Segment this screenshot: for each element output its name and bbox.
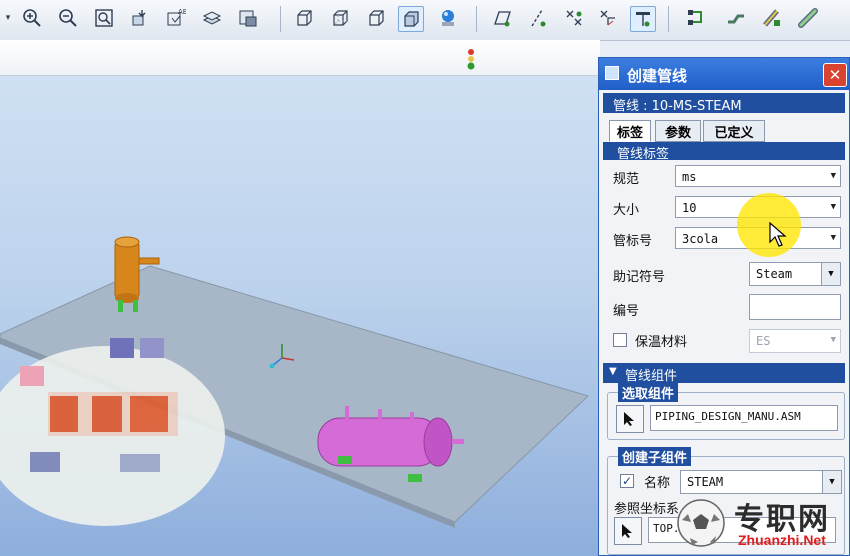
mnemonic-value: Steam	[756, 267, 793, 281]
cursor-arrow-icon	[624, 412, 634, 426]
chevron-down-icon: ▼	[830, 202, 836, 212]
watermark-url: Zhuanzhi.Net	[738, 532, 826, 548]
select-component-title: 选取组件	[618, 383, 679, 402]
layers-icon[interactable]	[200, 6, 224, 30]
reference-csys-label: 参照坐标系	[614, 502, 680, 517]
number-label: 编号	[613, 304, 640, 319]
reference-pointer-button[interactable]	[614, 517, 642, 545]
insulation-label: 保温材料	[635, 335, 688, 350]
dropdown-arrow-icon[interactable]: ▾	[2, 6, 14, 30]
cursor-arrow-icon	[622, 524, 632, 538]
insulation-checkbox[interactable]	[613, 333, 627, 347]
pipe-network-icon[interactable]	[684, 6, 708, 30]
spec-dropdown[interactable]: ms ▼	[675, 165, 841, 187]
toolbar-separator	[280, 6, 281, 32]
tab-defined[interactable]: 已定义	[703, 120, 765, 142]
zoom-out-icon[interactable]	[56, 6, 80, 30]
datum-csys-icon[interactable]	[596, 6, 620, 30]
dialog-icon	[605, 66, 619, 80]
chevron-down-icon: ▼	[830, 233, 836, 243]
model-viewport[interactable]	[0, 76, 600, 556]
dialog-title: 创建管线	[627, 67, 688, 85]
secondary-toolbar	[0, 40, 600, 76]
insulation-dropdown: ES ▼	[749, 329, 841, 353]
size-label: 大小	[613, 203, 640, 218]
name-label: 名称	[644, 476, 671, 491]
spec-label: 规范	[613, 172, 640, 187]
zoom-in-icon[interactable]	[20, 6, 44, 30]
tag-label: 管标号	[613, 234, 653, 249]
pipe-extend-icon[interactable]	[796, 6, 820, 30]
display-no-hidden-icon[interactable]	[364, 6, 388, 30]
mouse-cursor-icon	[769, 222, 787, 247]
toolbar-separator	[668, 6, 669, 32]
select-pointer-button[interactable]	[616, 405, 644, 433]
display-shaded-icon[interactable]	[398, 6, 424, 32]
pipe-route-icon[interactable]	[630, 6, 656, 32]
size-value: 10	[682, 201, 697, 215]
mnemonic-dropdown[interactable]: Steam ▼	[749, 262, 841, 286]
chevron-down-icon[interactable]: ▼	[822, 471, 841, 493]
pipe-insulation-icon[interactable]	[760, 6, 784, 30]
pipeline-name-bar: 管线 : 10-MS-STEAM	[603, 93, 845, 114]
name-value: STEAM	[687, 475, 724, 489]
display-hidden-icon[interactable]	[328, 6, 352, 30]
datum-axis-icon[interactable]	[526, 6, 550, 30]
chevron-down-icon: ▼	[830, 171, 836, 181]
select-component-group: 选取组件 PIPING_DESIGN_MANU.ASM	[607, 383, 845, 440]
pipe-fitting-icon[interactable]	[724, 6, 748, 30]
orient-icon[interactable]	[128, 6, 152, 30]
toolbar-separator	[476, 6, 477, 32]
label-section-title: 管线标签	[617, 147, 670, 162]
render-icon[interactable]	[236, 6, 260, 30]
spec-value: ms	[682, 170, 697, 184]
zoom-fit-icon[interactable]	[92, 6, 116, 30]
number-input[interactable]	[749, 294, 841, 320]
chevron-down-icon[interactable]: ▼	[821, 263, 840, 285]
soccer-ball-icon	[677, 499, 725, 547]
label-section-header[interactable]: 管线标签	[603, 142, 845, 162]
collapse-triangle-icon: ▼	[609, 366, 617, 377]
svg-text:AB: AB	[178, 8, 186, 16]
assembly-section-header[interactable]: ▼ 管线组件	[603, 363, 845, 384]
chevron-down-icon: ▼	[830, 335, 836, 345]
create-pipeline-dialog: 创建管线 ✕ 管线 : 10-MS-STEAM 标签 参数 已定义 管线标签 规…	[598, 57, 850, 556]
create-subcomponent-title: 创建子组件	[618, 447, 692, 466]
close-button[interactable]: ✕	[823, 63, 847, 87]
tag-value: 3cola	[682, 232, 719, 246]
name-dropdown[interactable]: STEAM ▼	[680, 470, 842, 494]
name-checkbox[interactable]: ✓	[620, 474, 634, 488]
main-toolbar: ▾ AB	[0, 0, 850, 41]
datum-point-icon[interactable]	[562, 6, 586, 30]
traffic-light-icon	[467, 49, 475, 70]
dialog-title-bar[interactable]: 创建管线 ✕	[599, 58, 849, 90]
assembly-section-title: 管线组件	[625, 369, 678, 384]
tab-parameters[interactable]: 参数	[655, 120, 701, 142]
tab-label[interactable]: 标签	[609, 120, 651, 142]
selected-component-field[interactable]: PIPING_DESIGN_MANU.ASM	[650, 405, 838, 431]
datum-plane-icon[interactable]	[490, 6, 514, 30]
insulation-value: ES	[756, 334, 771, 348]
pipeline-name: 管线 : 10-MS-STEAM	[613, 99, 742, 114]
mnemonic-label: 助记符号	[613, 270, 666, 285]
saved-views-icon[interactable]: AB	[164, 6, 188, 30]
display-wireframe-icon[interactable]	[292, 6, 316, 30]
appearance-icon[interactable]	[436, 6, 460, 30]
watermark-logo: 专职网 Zhuanzhi.Net	[676, 492, 846, 552]
